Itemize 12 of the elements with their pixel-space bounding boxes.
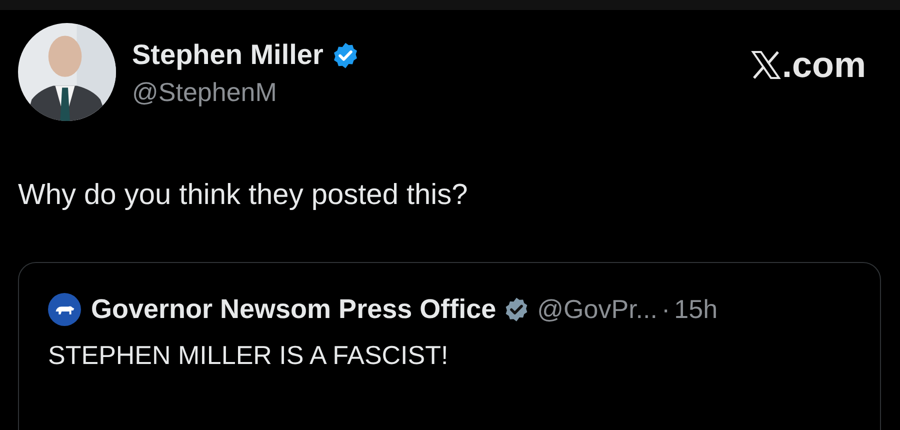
post-time: 15h — [674, 294, 718, 325]
author-handle[interactable]: @GovPr... — [537, 294, 658, 325]
quoted-post-card[interactable]: Governor Newsom Press Office @GovPr...·15h STEPHEN MILLER IS A FASCIST! — [18, 262, 881, 430]
quoted-post-text: STEPHEN MILLER IS A FASCIST! — [48, 340, 450, 371]
x-logo-icon — [750, 51, 781, 79]
site-name: .com — [782, 47, 866, 83]
author-name[interactable]: Governor Newsom Press Office — [91, 294, 496, 325]
separator-dot: · — [661, 294, 670, 325]
post-text: Why do you think they posted this? — [18, 179, 469, 212]
author-name[interactable]: Stephen Miller — [132, 39, 324, 71]
bear-logo-icon — [48, 293, 81, 326]
author-handle[interactable]: @StephenM — [132, 77, 360, 108]
